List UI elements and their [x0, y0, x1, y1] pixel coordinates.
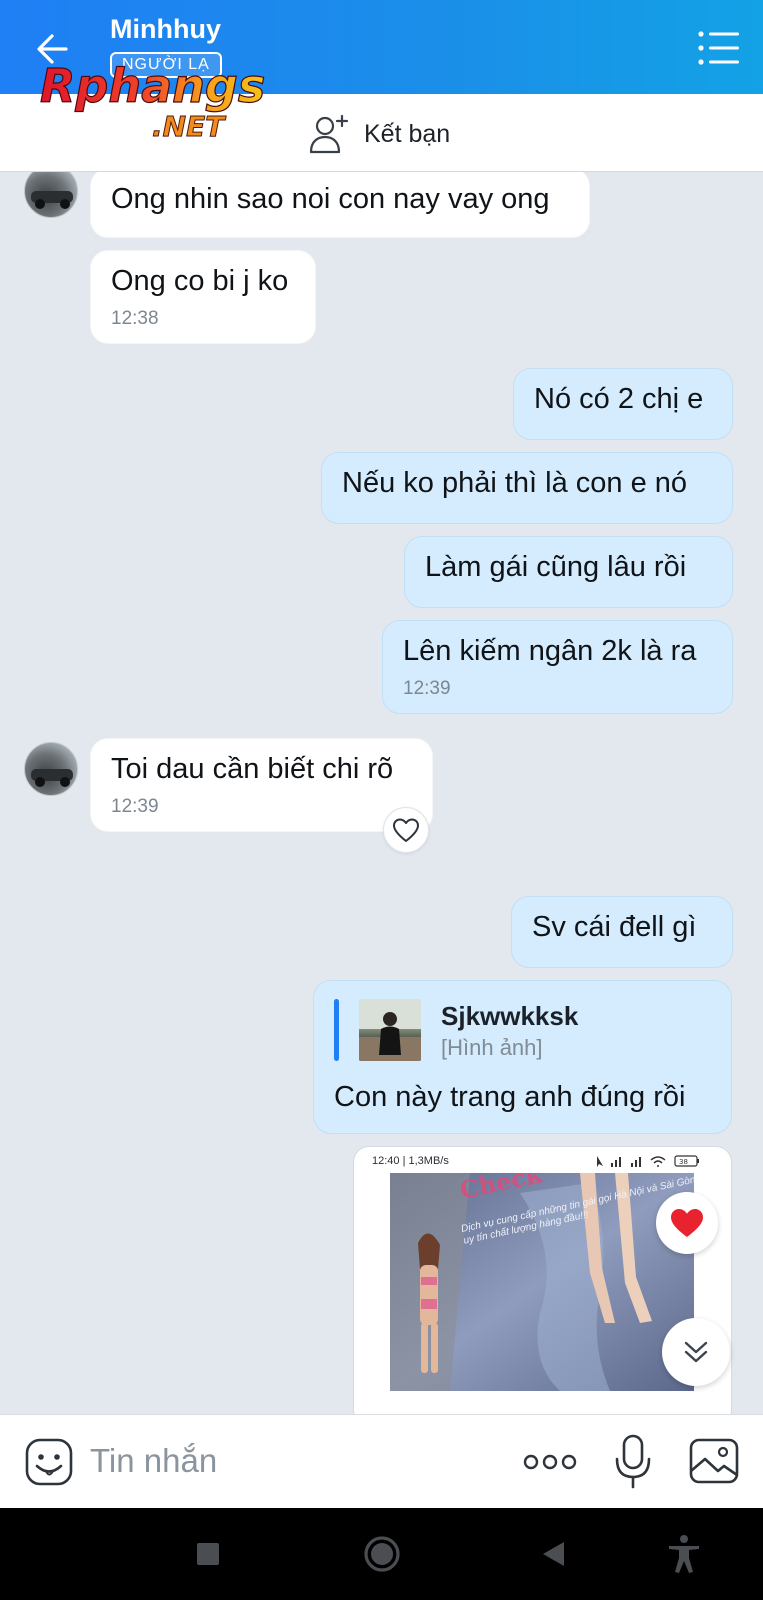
message-composer [0, 1414, 763, 1508]
message-text: Con này trang anh đúng rồi [334, 1081, 686, 1113]
message-time: 12:38 [111, 308, 159, 329]
menu-button[interactable] [697, 28, 741, 68]
message-bubble-outgoing[interactable]: Làm gái cũng lâu rồi [404, 536, 733, 608]
message-time: 12:39 [111, 796, 159, 817]
square-icon [197, 1543, 219, 1565]
system-navigation-bar [0, 1508, 763, 1600]
message-text: Sv cái đell gì [532, 911, 697, 943]
message-bubble-incoming[interactable]: Ong co bi j ko 12:38 [90, 250, 316, 344]
quote-indicator [334, 999, 339, 1061]
message-time: 12:39 [403, 678, 451, 699]
recents-button[interactable] [184, 1530, 232, 1578]
status-icons: 38 [597, 1155, 699, 1167]
heart-reaction-button[interactable] [656, 1192, 718, 1254]
svg-text:.NET: .NET [152, 110, 226, 143]
menu-icon [698, 31, 739, 65]
microphone-icon [615, 1434, 651, 1489]
message-text: Ong co bi j ko [111, 265, 289, 297]
more-dots-icon [523, 1454, 577, 1470]
watermark-logo: Rphangs .NET [36, 56, 276, 146]
quoted-sender-name: Sjkwwkksk [441, 1001, 579, 1031]
back-nav-button[interactable] [530, 1530, 578, 1578]
accessibility-icon [669, 1535, 699, 1573]
voice-message-button[interactable] [612, 1433, 654, 1491]
image-icon [689, 1438, 739, 1484]
double-chevron-down-icon [684, 1341, 708, 1363]
svg-text:38: 38 [679, 1158, 688, 1166]
photo-preview[interactable]: Check Dịch vụ cung cấp những tin gái gọi… [390, 1173, 694, 1391]
home-button[interactable] [358, 1530, 406, 1578]
message-text: Nếu ko phải thì là con e nó [342, 467, 688, 499]
message-text: Nó có 2 chị e [534, 383, 704, 415]
message-text: Lên kiếm ngân 2k là ra [403, 635, 697, 667]
message-text: Toi dau cần biết chi rõ [111, 753, 394, 785]
gallery-button[interactable] [688, 1437, 740, 1485]
message-list[interactable]: Ong nhin sao noi con nay vay ong Ong co … [0, 172, 763, 1414]
avatar[interactable] [24, 742, 78, 796]
react-like-button[interactable] [383, 807, 429, 853]
scroll-to-bottom-button[interactable] [662, 1318, 730, 1386]
message-bubble-incoming[interactable]: Toi dau cần biết chi rõ 12:39 [90, 738, 433, 832]
reply-message-bubble[interactable]: Sjkwwkksk [Hình ảnh] Con này trang anh đ… [313, 980, 732, 1134]
message-bubble-outgoing[interactable]: Nó có 2 chị e [513, 368, 733, 440]
avatar[interactable] [24, 172, 78, 218]
heart-outline-icon [393, 818, 419, 842]
add-friend-button[interactable]: Kết bạn [308, 112, 450, 156]
sticker-button[interactable] [24, 1437, 74, 1487]
heart-icon [671, 1209, 703, 1237]
more-options-button[interactable] [522, 1447, 578, 1477]
message-input[interactable] [90, 1435, 490, 1487]
message-bubble-outgoing[interactable]: Sv cái đell gì [511, 896, 733, 968]
message-text: Ong nhin sao noi con nay vay ong [111, 183, 550, 215]
home-circle-icon [364, 1536, 400, 1572]
quoted-message-type: [Hình ảnh] [441, 1035, 543, 1060]
triangle-back-icon [543, 1542, 564, 1566]
screenshot-status-text: 12:40 | 1,3MB/s [372, 1155, 449, 1167]
message-bubble-outgoing[interactable]: Lên kiếm ngân 2k là ra 12:39 [382, 620, 733, 714]
add-friend-icon [309, 114, 349, 154]
conversation-title[interactable]: Minhhuy [110, 14, 221, 45]
message-text: Làm gái cũng lâu rồi [425, 551, 687, 583]
quoted-image-thumbnail[interactable] [359, 999, 421, 1061]
message-bubble-outgoing[interactable]: Nếu ko phải thì là con e nó [321, 452, 733, 524]
accessibility-button[interactable] [660, 1530, 708, 1578]
add-friend-label: Kết bạn [364, 119, 451, 148]
message-bubble-incoming[interactable]: Ong nhin sao noi con nay vay ong [90, 172, 590, 238]
svg-text:Rphangs: Rphangs [40, 59, 265, 113]
sticker-icon [25, 1438, 73, 1486]
